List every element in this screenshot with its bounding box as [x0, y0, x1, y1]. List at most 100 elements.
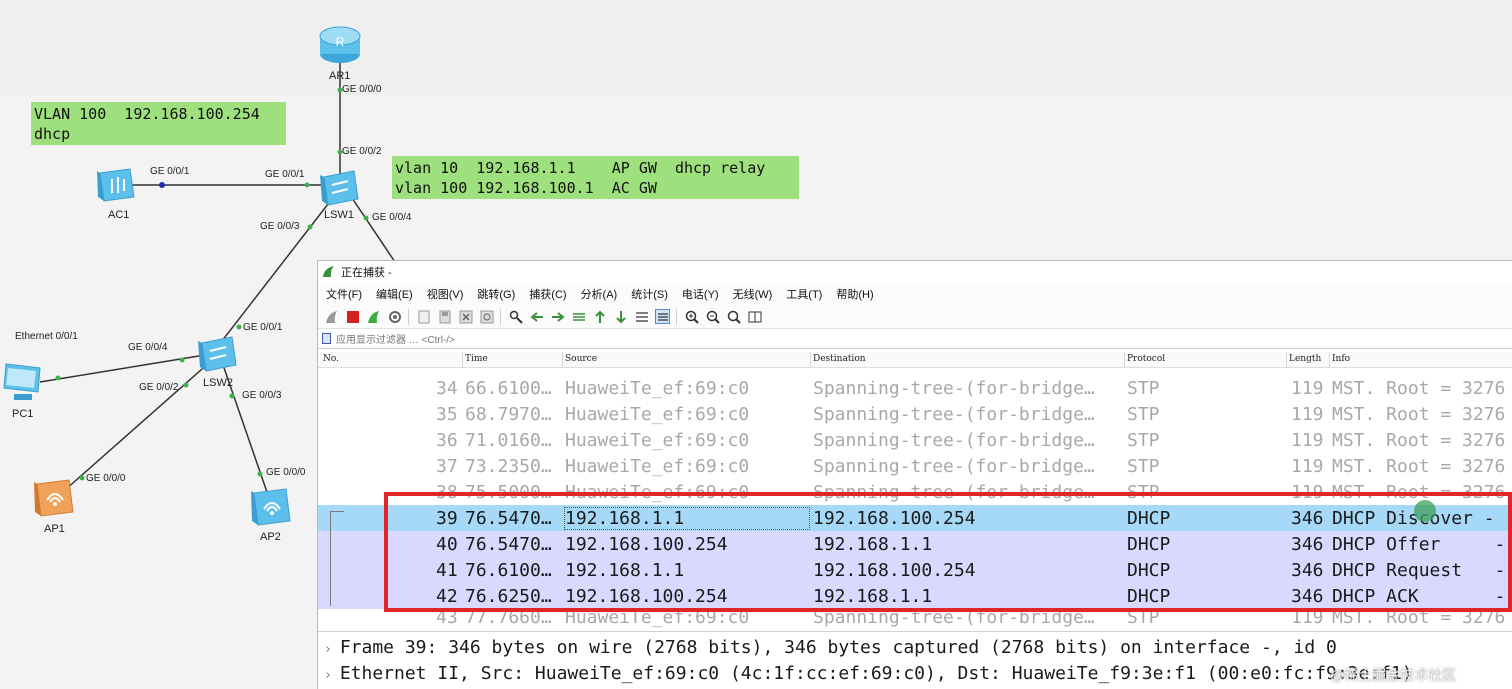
menu-edit[interactable]: 编辑(E): [376, 286, 413, 302]
access-point-icon[interactable]: [33, 478, 77, 520]
port-dot: [304, 182, 310, 188]
colorize-icon[interactable]: [655, 309, 670, 324]
device-label-lsw2: LSW2: [203, 377, 233, 389]
toolbar-separator: [676, 308, 677, 325]
note-ac-config[interactable]: VLAN 100 192.168.100.254 dhcp: [31, 102, 286, 145]
display-filter-bar[interactable]: 应用显示过滤器 … <Ctrl-/>: [318, 329, 1512, 349]
close-file-icon[interactable]: [458, 309, 473, 324]
column-header-info[interactable]: Info: [1332, 354, 1350, 364]
port-label: GE 0/0/0: [266, 467, 306, 478]
port-label: GE 0/0/2: [139, 382, 179, 393]
access-point-icon[interactable]: [250, 487, 294, 529]
expand-arrow-icon[interactable]: ›: [324, 642, 332, 657]
auto-scroll-icon[interactable]: [634, 309, 649, 324]
packet-row-selected[interactable]: 39 76.5470… 192.168.1.1 192.168.100.254 …: [318, 505, 1512, 531]
port-dot: [229, 393, 235, 399]
packet-row[interactable]: 35 68.7970… HuaweiTe_ef:69:c0 Spanning-t…: [318, 401, 1512, 427]
device-label-ap2: AP2: [260, 531, 281, 543]
last-packet-icon[interactable]: [613, 309, 628, 324]
wireshark-logo-icon: [323, 266, 334, 277]
menu-file[interactable]: 文件(F): [326, 286, 362, 302]
port-dot: [236, 324, 242, 330]
port-dot: [307, 224, 313, 230]
packet-row[interactable]: 43 77.7660… HuaweiTe_ef:69:c0 Spanning-t…: [318, 609, 1512, 629]
packet-row[interactable]: 41 76.6100… 192.168.1.1 192.168.100.254 …: [318, 557, 1512, 583]
restart-capture-icon[interactable]: [366, 309, 381, 324]
packet-row[interactable]: 36 71.0160… HuaweiTe_ef:69:c0 Spanning-t…: [318, 427, 1512, 453]
switch-icon[interactable]: [318, 167, 360, 209]
device-label-lsw1: LSW1: [324, 209, 354, 221]
save-file-icon[interactable]: [437, 309, 452, 324]
port-label: GE 0/0/1: [265, 169, 305, 180]
svg-text:R: R: [336, 35, 345, 49]
menu-wireless[interactable]: 无线(W): [733, 286, 773, 302]
port-label: GE 0/0/1: [150, 166, 190, 177]
column-header-time[interactable]: Time: [465, 354, 488, 364]
port-dot: [183, 382, 189, 388]
device-label-ar1: AR1: [329, 70, 351, 82]
column-header-destination[interactable]: Destination: [813, 354, 866, 364]
menu-telephony[interactable]: 电话(Y): [682, 286, 719, 302]
port-label: GE 0/0/3: [260, 221, 300, 232]
column-header-protocol[interactable]: Protocol: [1127, 354, 1165, 364]
zoom-normal-icon[interactable]: [726, 309, 741, 324]
port-dot: [79, 475, 85, 481]
port-dot: [179, 357, 185, 363]
reload-file-icon[interactable]: [479, 309, 494, 324]
detail-frame[interactable]: › Frame 39: 346 bytes on wire (2768 bits)…: [324, 637, 1337, 658]
menu-analyze[interactable]: 分析(A): [581, 286, 618, 302]
go-forward-icon[interactable]: [550, 309, 565, 324]
device-label-pc1: PC1: [12, 408, 34, 420]
go-back-icon[interactable]: [529, 309, 544, 324]
device-label-ac1: AC1: [108, 209, 130, 221]
menu-capture[interactable]: 捕获(C): [529, 286, 566, 302]
port-dot: [257, 471, 263, 477]
packet-row[interactable]: 37 73.2350… HuaweiTe_ef:69:c0 Spanning-t…: [318, 453, 1512, 479]
access-controller-icon[interactable]: [96, 165, 138, 205]
zoom-in-icon[interactable]: [684, 309, 699, 324]
column-header-no[interactable]: No.: [323, 354, 339, 364]
open-file-icon[interactable]: [416, 309, 431, 324]
window-titlebar[interactable]: 正在捕获 -: [318, 261, 1512, 283]
resize-columns-icon[interactable]: [747, 309, 762, 324]
menu-bar: 文件(F) 编辑(E) 视图(V) 跳转(G) 捕获(C) 分析(A) 统计(S…: [318, 283, 1512, 305]
port-label: GE 0/0/2: [342, 146, 382, 157]
menu-go[interactable]: 跳转(G): [477, 286, 515, 302]
port-dot: [363, 215, 369, 221]
packet-row[interactable]: 42 76.6250… 192.168.100.254 192.168.1.1 …: [318, 583, 1512, 609]
device-label-ap1: AP1: [44, 523, 65, 535]
toolbar-separator: [408, 308, 409, 325]
port-label: GE 0/0/3: [242, 390, 282, 401]
menu-statistics[interactable]: 统计(S): [631, 286, 668, 302]
port-label: Ethernet 0/0/1: [15, 331, 78, 342]
go-to-packet-icon[interactable]: [571, 309, 586, 324]
pc-icon[interactable]: [0, 360, 46, 404]
packet-row[interactable]: 40 76.5470… 192.168.100.254 192.168.1.1 …: [318, 531, 1512, 557]
column-header-source[interactable]: Source: [565, 354, 597, 364]
window-title: 正在捕获 -: [341, 267, 392, 279]
capture-options-icon[interactable]: [387, 309, 402, 324]
shark-fin-start-icon[interactable]: [324, 309, 339, 324]
packet-row[interactable]: 38 75.5000… HuaweiTe_ef:69:c0 Spanning-t…: [318, 479, 1512, 505]
port-label: GE 0/0/4: [128, 342, 168, 353]
related-packets-bracket: [330, 511, 344, 606]
packet-row[interactable]: 34 66.6100… HuaweiTe_ef:69:c0 Spanning-t…: [318, 375, 1512, 401]
column-header-length[interactable]: Length: [1289, 354, 1321, 364]
display-filter-input[interactable]: 应用显示过滤器 … <Ctrl-/>: [336, 331, 455, 346]
switch-icon[interactable]: [196, 333, 238, 375]
menu-tools[interactable]: 工具(T): [786, 286, 822, 302]
zoom-out-icon[interactable]: [705, 309, 720, 324]
port-dot: [159, 182, 165, 188]
detail-ethernet[interactable]: › Ethernet II, Src: HuaweiTe_ef:69:c0 (4c…: [324, 663, 1413, 684]
first-packet-icon[interactable]: [592, 309, 607, 324]
note-lsw1-config[interactable]: vlan 10 192.168.1.1 AP GW dhcp relay vlan…: [392, 156, 799, 199]
bookmark-icon[interactable]: [322, 333, 331, 344]
menu-view[interactable]: 视图(V): [427, 286, 464, 302]
router-icon[interactable]: R: [318, 24, 362, 66]
expand-arrow-icon[interactable]: ›: [324, 668, 332, 683]
menu-help[interactable]: 帮助(H): [836, 286, 873, 302]
stop-capture-icon[interactable]: [345, 309, 360, 324]
port-label: GE 0/0/0: [86, 473, 126, 484]
wireshark-window[interactable]: 正在捕获 - 文件(F) 编辑(E) 视图(V) 跳转(G) 捕获(C) 分析(…: [317, 260, 1512, 689]
find-packet-icon[interactable]: [508, 309, 523, 324]
